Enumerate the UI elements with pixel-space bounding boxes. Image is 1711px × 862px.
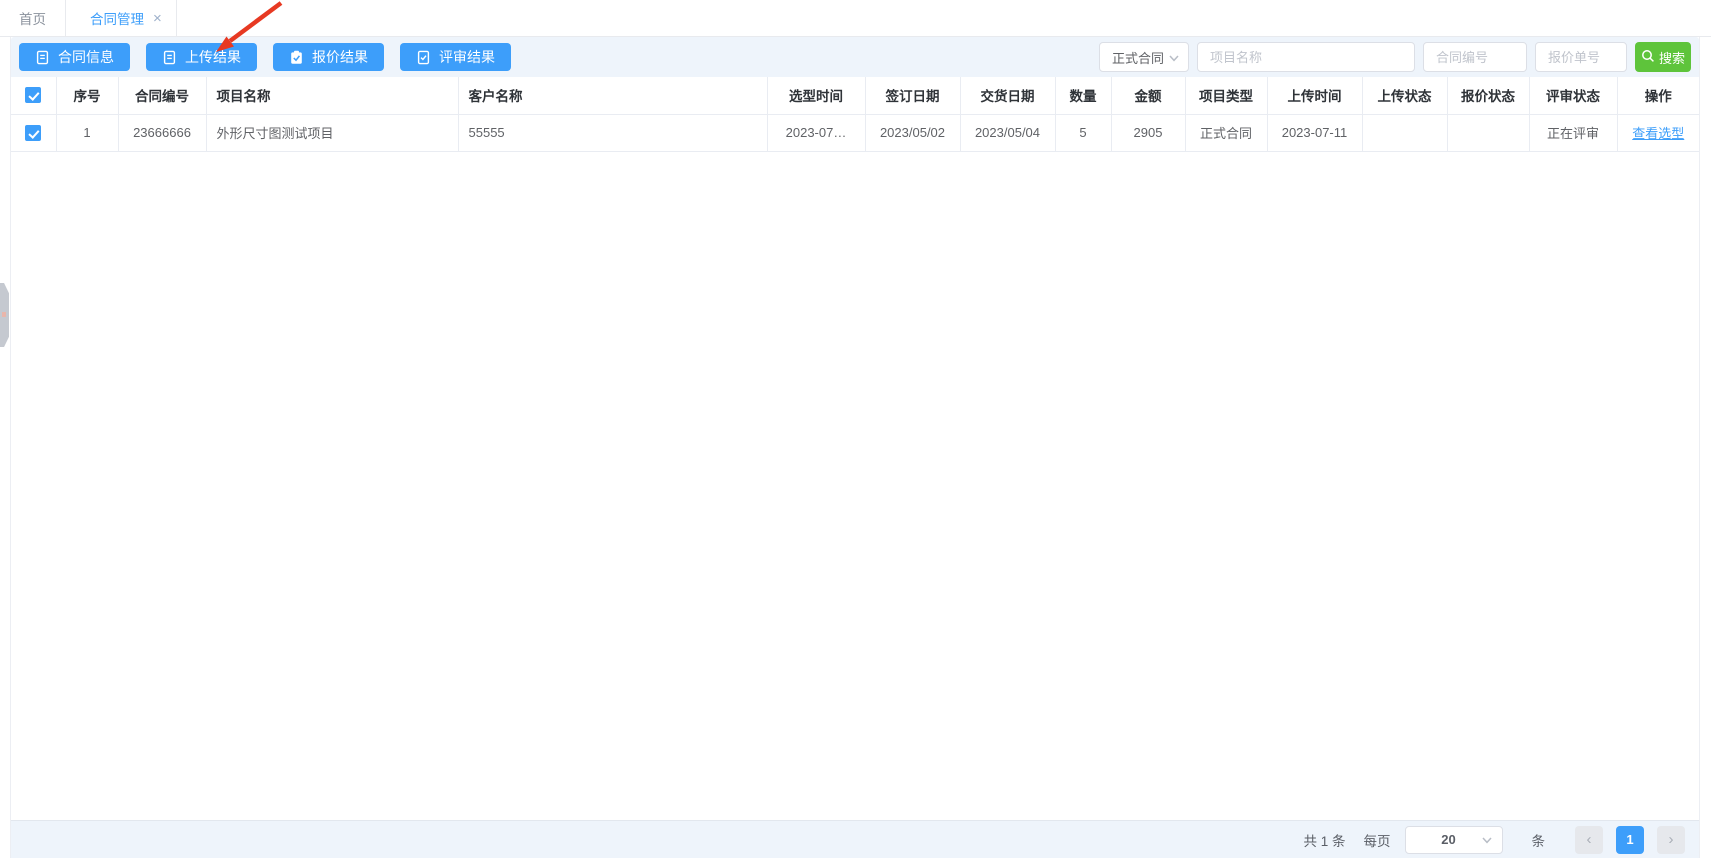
tab-contract-management[interactable]: 合同管理 ×	[66, 0, 177, 36]
cell-amount: 2905	[1111, 114, 1186, 152]
column-header-selection-time: 选型时间	[767, 77, 866, 115]
next-page-button[interactable]: ›	[1657, 825, 1685, 854]
page-size-select[interactable]: 20	[1404, 825, 1503, 854]
pagination-bar: 共 1 条 每页 20 条 ‹ 1 ›	[11, 820, 1699, 858]
contract-type-value: 正式合同	[1112, 50, 1165, 66]
unit-label: 条	[1531, 833, 1546, 849]
row-checkbox[interactable]	[25, 124, 42, 141]
cell-upload-time: 2023-07-11	[1267, 114, 1363, 152]
clipboard-check-icon	[289, 50, 304, 65]
review-result-button[interactable]: 评审结果	[400, 43, 511, 71]
cell-actions: 查看选型	[1617, 114, 1699, 152]
column-header-sign-date: 签订日期	[865, 77, 961, 115]
table-header-row: 序号 合同编号 项目名称 客户名称 选型时间 签订日期 交货日期 数量 金额 项…	[11, 77, 1699, 115]
cell-seq: 1	[56, 114, 119, 152]
column-header-project-name: 项目名称	[206, 77, 459, 115]
contract-no-input[interactable]	[1423, 42, 1527, 72]
document-icon	[162, 50, 177, 65]
review-result-label: 评审结果	[439, 49, 495, 65]
table-row: 1 23666666 外形尺寸图测试项目 55555 2023-07… 2023…	[11, 114, 1699, 152]
quote-no-input[interactable]	[1535, 42, 1627, 72]
page-size-value: 20	[1441, 832, 1456, 847]
total-count-label: 共 1 条	[1303, 833, 1346, 849]
contract-management-screen: { "tabs": { "home": "首页", "contract_mgmt…	[0, 0, 1711, 862]
document-check-icon	[416, 50, 431, 65]
chevron-down-icon	[1481, 832, 1492, 847]
contract-type-select[interactable]: 正式合同	[1099, 42, 1189, 72]
cell-project-type: 正式合同	[1185, 114, 1268, 152]
content-panel: 合同信息 上传结果 报价结果 评审结果 正式合同 搜索	[10, 37, 1700, 858]
quote-result-label: 报价结果	[312, 49, 368, 65]
column-header-project-type: 项目类型	[1185, 77, 1268, 115]
empty-area	[11, 151, 1699, 820]
view-selection-link[interactable]: 查看选型	[1632, 126, 1684, 141]
column-header-contract-no: 合同编号	[118, 77, 207, 115]
search-button[interactable]: 搜索	[1635, 42, 1691, 72]
row-select-cell	[11, 114, 57, 152]
cell-upload-status	[1362, 114, 1448, 152]
cell-review-status: 正在评审	[1529, 114, 1618, 152]
per-page-label: 每页	[1363, 833, 1391, 849]
contracts-table: 序号 合同编号 项目名称 客户名称 选型时间 签订日期 交货日期 数量 金额 项…	[11, 77, 1699, 152]
cell-contract-no: 23666666	[118, 114, 207, 152]
contract-info-button[interactable]: 合同信息	[19, 43, 130, 71]
prev-page-button[interactable]: ‹	[1575, 825, 1603, 854]
search-icon	[1641, 49, 1655, 66]
column-header-seq: 序号	[56, 77, 119, 115]
column-header-quote-status: 报价状态	[1447, 77, 1530, 115]
column-header-upload-status: 上传状态	[1362, 77, 1448, 115]
quote-result-button[interactable]: 报价结果	[273, 43, 384, 71]
column-header-customer-name: 客户名称	[458, 77, 768, 115]
column-header-review-status: 评审状态	[1529, 77, 1618, 115]
close-tab-icon[interactable]: ×	[153, 11, 162, 26]
cell-selection-time: 2023-07…	[767, 114, 866, 152]
cell-sign-date: 2023/05/02	[865, 114, 961, 152]
search-label: 搜索	[1658, 50, 1685, 66]
chevron-down-icon	[1169, 50, 1179, 65]
upload-result-label: 上传结果	[185, 49, 241, 65]
column-header-upload-time: 上传时间	[1267, 77, 1363, 115]
contract-info-label: 合同信息	[58, 49, 114, 65]
cell-delivery-date: 2023/05/04	[960, 114, 1056, 152]
column-header-quantity: 数量	[1055, 77, 1112, 115]
tab-home-label: 首页	[19, 12, 46, 27]
select-all-cell	[11, 77, 57, 115]
cell-project-name: 外形尺寸图测试项目	[206, 114, 459, 152]
cell-quote-status	[1447, 114, 1530, 152]
tab-contract-management-label: 合同管理	[90, 12, 144, 27]
column-header-actions: 操作	[1617, 77, 1699, 115]
document-icon	[35, 50, 50, 65]
column-header-amount: 金额	[1111, 77, 1186, 115]
toolbar: 合同信息 上传结果 报价结果 评审结果 正式合同 搜索	[11, 37, 1699, 77]
project-name-input[interactable]	[1197, 42, 1415, 72]
cell-quantity: 5	[1055, 114, 1112, 152]
tab-home[interactable]: 首页	[0, 0, 66, 36]
top-tab-bar: 首页 合同管理 ×	[0, 0, 1711, 37]
column-header-delivery-date: 交货日期	[960, 77, 1056, 115]
sidebar-toggle-handle[interactable]	[0, 283, 9, 347]
select-all-checkbox[interactable]	[25, 87, 42, 104]
filter-group: 正式合同 搜索	[1099, 42, 1691, 72]
upload-result-button[interactable]: 上传结果	[146, 43, 257, 71]
cell-customer-name: 55555	[458, 114, 768, 152]
page-1-button[interactable]: 1	[1616, 825, 1644, 854]
